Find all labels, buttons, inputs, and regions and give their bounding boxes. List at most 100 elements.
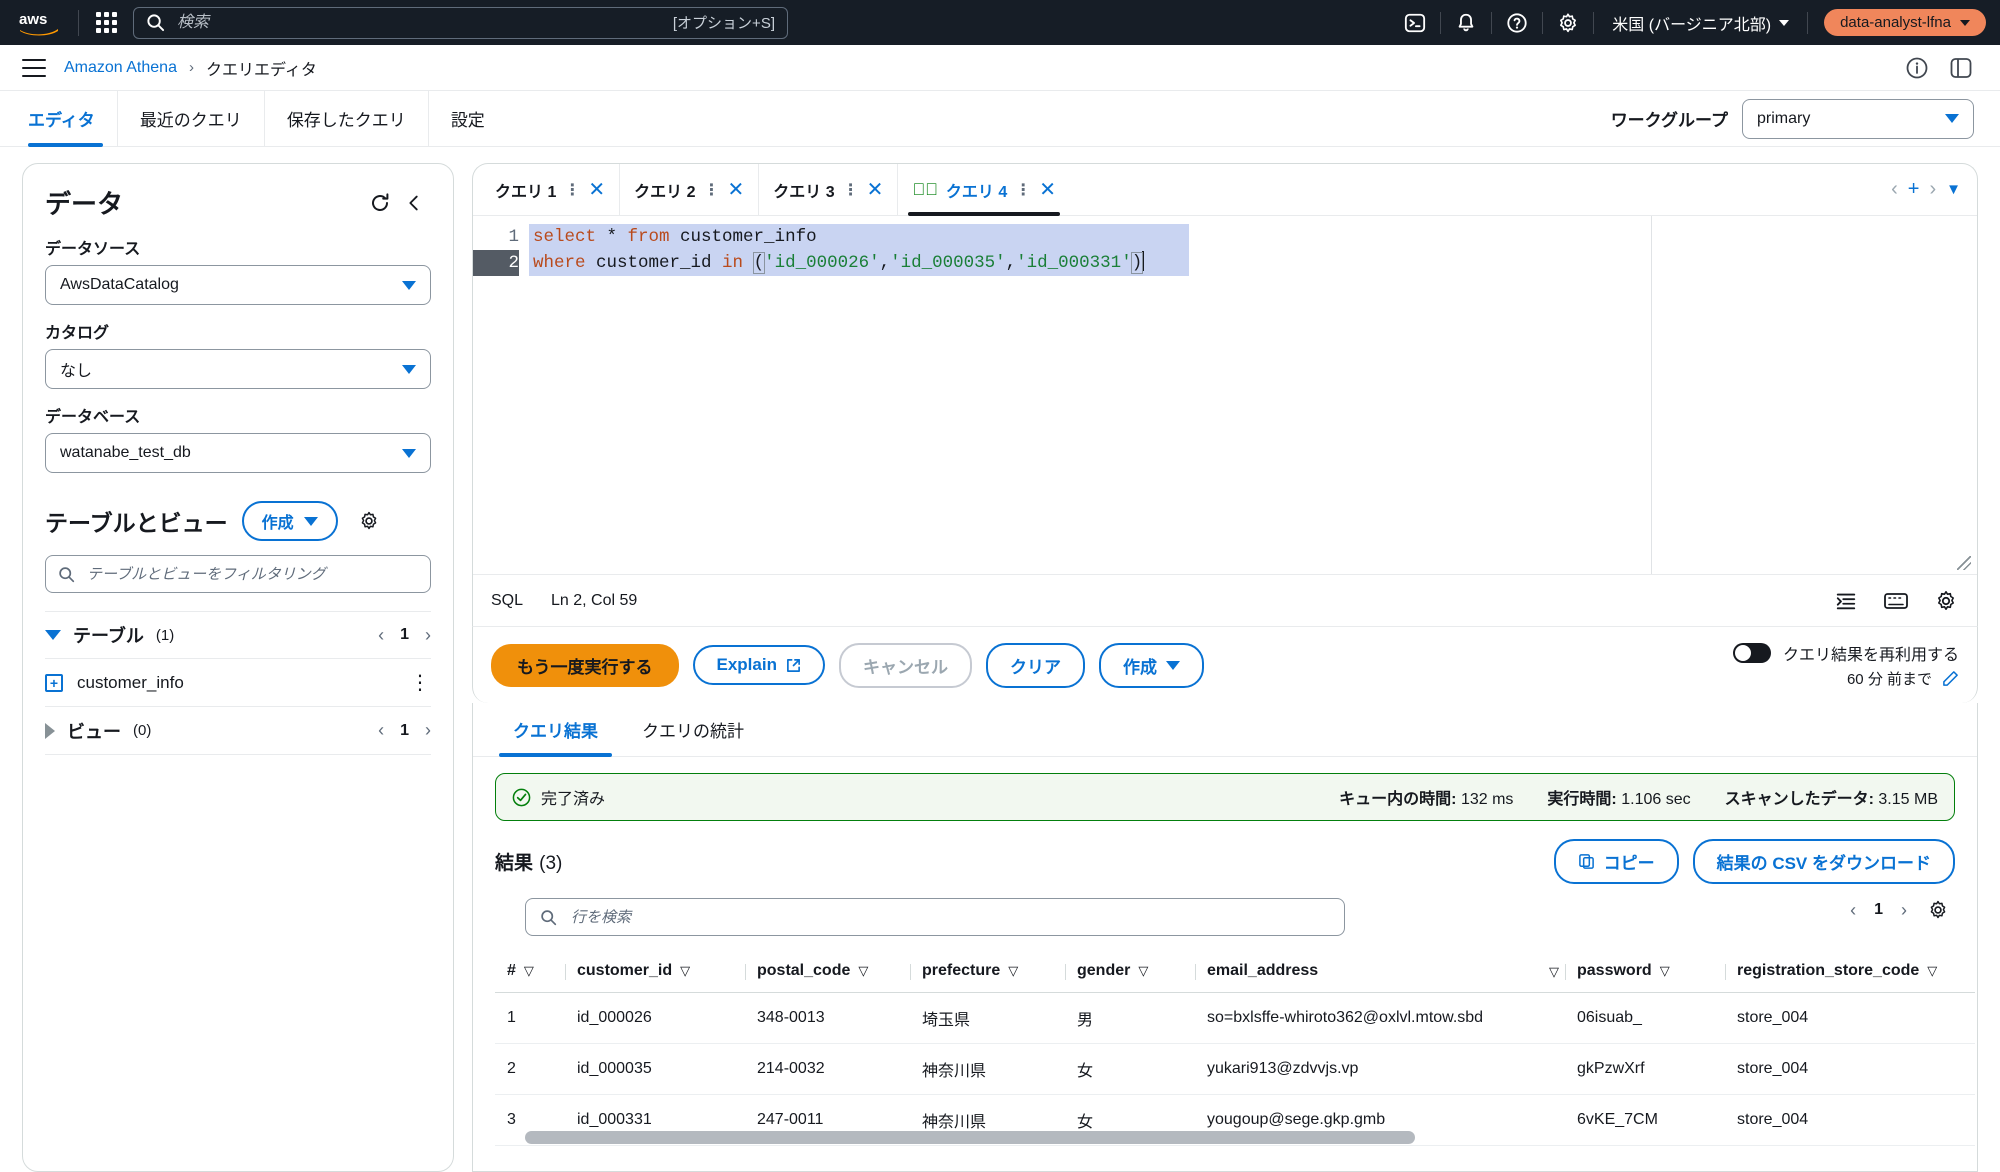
collapse-panel-icon[interactable]	[397, 186, 431, 220]
refresh-icon[interactable]	[363, 186, 397, 220]
table-filter-box[interactable]	[45, 555, 431, 593]
explain-button[interactable]: Explain	[692, 645, 825, 685]
col-header-email-address[interactable]: email_address ▽	[1195, 952, 1565, 993]
tab-query-results[interactable]: クエリ結果	[491, 703, 620, 757]
results-horizontal-scrollbar[interactable]	[525, 1131, 1415, 1144]
apps-grid-icon[interactable]	[89, 6, 123, 40]
code-lines[interactable]: select * from customer_info where custom…	[529, 216, 1977, 574]
breadcrumb-service-link[interactable]: Amazon Athena	[64, 59, 177, 77]
create-table-button[interactable]: 作成	[241, 501, 338, 541]
col-header-postal-code[interactable]: postal_code ▽	[745, 952, 910, 993]
tables-next-page-icon[interactable]: ›	[425, 625, 431, 646]
col-header-prefecture[interactable]: prefecture ▽	[910, 952, 1065, 993]
query-tab-3[interactable]: クエリ 3 ⋮ ✕	[759, 164, 899, 215]
query-tab-4[interactable]: ✓⃝ クエリ 4 ⋮ ✕	[898, 164, 1070, 216]
region-selector[interactable]: 米国 (バージニア北部)	[1600, 6, 1801, 40]
query-tab-label: クエリ 2	[634, 183, 696, 201]
run-time-label: 実行時間:	[1547, 791, 1617, 808]
sort-icon[interactable]: ▽	[1138, 963, 1148, 978]
cell-password: gkPzwXrf	[1565, 1043, 1725, 1095]
close-icon[interactable]: ✕	[727, 177, 744, 202]
col-header-gender[interactable]: gender ▽	[1065, 952, 1195, 993]
download-csv-button[interactable]: 結果の CSV をダウンロード	[1692, 839, 1955, 884]
results-prev-page-icon[interactable]: ‹	[1850, 900, 1856, 921]
copy-results-button[interactable]: コピー	[1553, 839, 1679, 884]
col-header-registration-store-code[interactable]: registration_store_code ▽	[1725, 952, 1975, 993]
query-tabs-scroll-left[interactable]: ‹	[1891, 178, 1898, 201]
feedback-icon[interactable]	[1944, 51, 1978, 85]
tables-group-header[interactable]: テーブル (1) ‹ 1 ›	[45, 611, 431, 659]
row-search-input[interactable]	[569, 907, 1330, 927]
create-button[interactable]: 作成	[1098, 642, 1204, 688]
results-settings-icon[interactable]	[1925, 897, 1951, 923]
editor-settings-icon[interactable]	[1933, 588, 1959, 614]
query-status-alert: 完了済み キュー内の時間: 132 ms 実行時間: 1.106 sec スキャ…	[495, 773, 1955, 821]
tab-recent-queries[interactable]: 最近のクエリ	[118, 91, 265, 146]
sql-code-editor[interactable]: 1 2 select * from customer_info where cu…	[473, 216, 1977, 574]
svg-text:aws: aws	[19, 11, 47, 28]
workgroup-select[interactable]: primary	[1742, 98, 1974, 139]
chevron-down-icon	[402, 448, 416, 458]
global-search-box[interactable]: [オプション+S]	[133, 6, 788, 39]
search-input[interactable]	[175, 12, 673, 33]
query-tabs-scroll-right[interactable]: ›	[1929, 178, 1936, 201]
sort-icon[interactable]: ▽	[1008, 963, 1018, 978]
results-next-page-icon[interactable]: ›	[1901, 900, 1907, 921]
info-icon[interactable]	[1900, 51, 1934, 85]
table-item-menu-icon[interactable]: ⋮	[410, 670, 431, 695]
table-row[interactable]: 1 id_000026 348-0013 埼玉県 男 so=bxlsffe-wh…	[495, 992, 1975, 1044]
sort-icon[interactable]: ▽	[1549, 964, 1559, 980]
catalog-select[interactable]: なし	[45, 349, 431, 389]
table-row[interactable]: 2 id_000035 214-0032 神奈川県 女 yukari913@zd…	[495, 1043, 1975, 1095]
queue-time-value: 132 ms	[1460, 791, 1514, 808]
datasource-select[interactable]: AwsDataCatalog	[45, 265, 431, 305]
close-icon[interactable]: ✕	[588, 177, 605, 202]
tab-settings[interactable]: 設定	[429, 91, 507, 146]
query-tab-2[interactable]: クエリ 2 ⋮ ✕	[620, 164, 760, 215]
tab-editor[interactable]: エディタ	[22, 91, 118, 147]
query-tab-menu-icon[interactable]: ⋮	[1015, 180, 1031, 200]
sort-icon[interactable]: ▽	[1660, 963, 1670, 978]
account-menu[interactable]: data-analyst-lfna	[1824, 9, 1986, 36]
query-tab-menu-icon[interactable]: ⋮	[843, 180, 859, 200]
tab-query-stats[interactable]: クエリの統計	[620, 703, 766, 756]
sort-icon[interactable]: ▽	[680, 963, 690, 978]
sort-icon[interactable]: ▽	[858, 963, 868, 978]
row-search-box[interactable]	[525, 898, 1345, 936]
database-select[interactable]: watanabe_test_db	[45, 433, 431, 473]
hamburger-menu-icon[interactable]	[22, 58, 46, 77]
add-query-tab-icon[interactable]: +	[1908, 178, 1920, 201]
tables-prev-page-icon[interactable]: ‹	[378, 625, 384, 646]
views-group-header[interactable]: ビュー (0) ‹ 1 ›	[45, 707, 431, 755]
gear-icon[interactable]	[352, 504, 386, 538]
col-header-num[interactable]: # ▽	[495, 952, 565, 993]
query-tabs-menu-icon[interactable]: ▼	[1946, 181, 1961, 198]
views-prev-page-icon[interactable]: ‹	[378, 720, 384, 741]
query-tab-1[interactable]: クエリ 1 ⋮ ✕	[481, 164, 621, 215]
sort-icon[interactable]: ▽	[524, 963, 534, 978]
bell-icon[interactable]	[1447, 6, 1485, 40]
editor-resize-handle[interactable]	[1957, 556, 1971, 570]
format-icon[interactable]	[1833, 588, 1859, 614]
run-again-button[interactable]: もう一度実行する	[491, 643, 679, 687]
help-icon[interactable]	[1498, 6, 1536, 40]
close-icon[interactable]: ✕	[867, 177, 884, 202]
aws-logo[interactable]: aws	[14, 8, 64, 38]
query-tab-menu-icon[interactable]: ⋮	[703, 180, 719, 200]
close-icon[interactable]: ✕	[1039, 177, 1056, 202]
expand-plus-icon[interactable]: +	[45, 673, 63, 692]
sort-icon[interactable]: ▽	[1927, 963, 1937, 978]
reuse-results-toggle[interactable]	[1732, 643, 1771, 663]
table-filter-input[interactable]	[85, 564, 418, 584]
tab-saved-queries[interactable]: 保存したクエリ	[265, 91, 429, 146]
views-next-page-icon[interactable]: ›	[425, 720, 431, 741]
col-header-password[interactable]: password ▽	[1565, 952, 1725, 993]
table-item-customer-info[interactable]: + customer_info ⋮	[45, 659, 431, 707]
keyboard-icon[interactable]	[1883, 588, 1909, 614]
col-header-customer-id[interactable]: customer_id ▽	[565, 952, 745, 993]
results-table: # ▽ customer_id ▽ postal_code ▽ prefecture ▽…	[495, 952, 1975, 1146]
clear-button[interactable]: クリア	[985, 642, 1085, 688]
settings-icon[interactable]	[1549, 6, 1587, 40]
cloudshell-icon[interactable]	[1396, 6, 1434, 40]
query-tab-menu-icon[interactable]: ⋮	[564, 180, 580, 200]
